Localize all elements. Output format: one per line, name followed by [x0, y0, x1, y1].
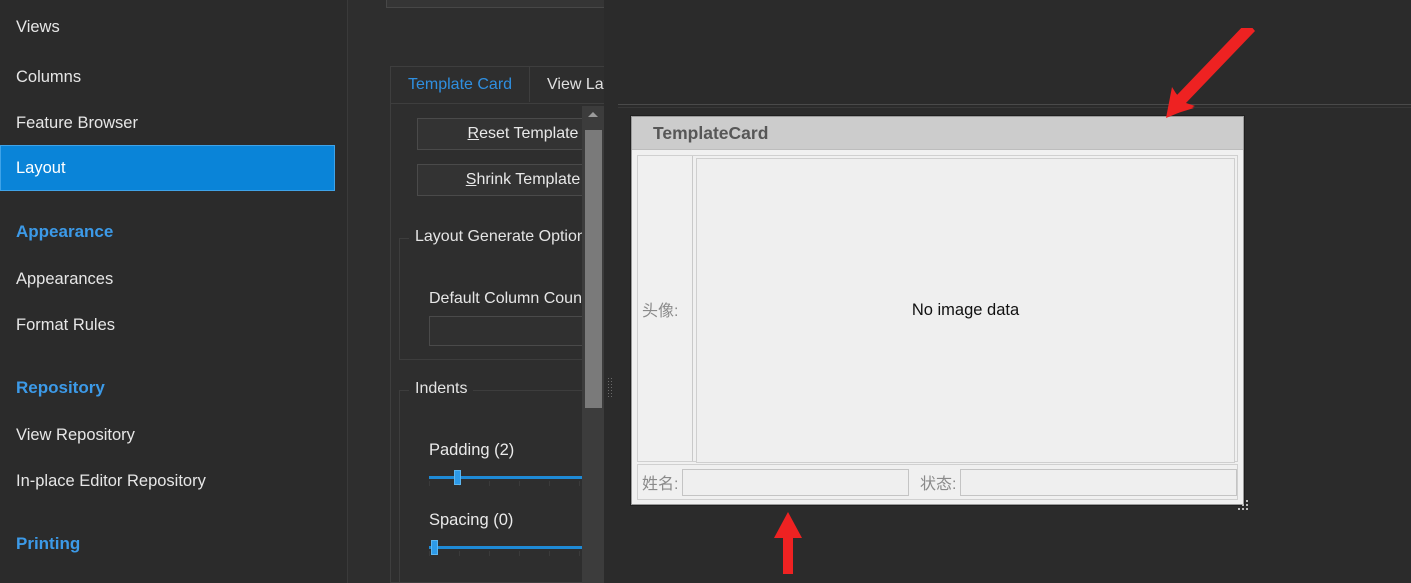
sidebar-item-label: Feature Browser: [16, 113, 138, 132]
name-field-label: 姓名:: [642, 476, 679, 493]
show-more-cards-mnemonic: M: [499, 0, 512, 1]
sidebar-item-format-rules[interactable]: Format Rules: [0, 302, 335, 348]
tab-template-card[interactable]: Template Card: [391, 67, 531, 102]
show-more-cards-label-prefix: Show: [459, 0, 499, 1]
template-card-body: 头像: No image data 姓名: 状态:: [637, 155, 1238, 500]
triangle-up-icon: [588, 112, 598, 117]
settings-sidebar: Views Columns Feature Browser Layout App…: [0, 0, 348, 583]
shrink-template-mnemonic: S: [465, 171, 477, 188]
status-field-label: 状态:: [920, 476, 957, 493]
avatar-field-label: 头像:: [638, 156, 693, 461]
spacing-slider-thumb[interactable]: [431, 540, 438, 555]
sidebar-item-label: View Repository: [16, 425, 135, 444]
default-column-count-label: Default Column Count: [429, 290, 587, 307]
padding-slider-thumb[interactable]: [454, 470, 461, 485]
app-window: Views Columns Feature Browser Layout App…: [0, 0, 1411, 583]
show-more-cards-label-suffix: ore Cards: [513, 0, 583, 1]
spacing-slider-label: Spacing (0): [429, 511, 514, 529]
sidebar-section-appearance: Appearance: [16, 222, 114, 241]
card-fields-row: 姓名: 状态:: [637, 464, 1238, 500]
sidebar-item-label: In-place Editor Repository: [16, 471, 206, 490]
splitter-grip-icon: [608, 378, 613, 398]
sidebar-section-printing: Printing: [16, 534, 81, 553]
scroll-up-button[interactable]: [582, 106, 604, 123]
sidebar-section-repository: Repository: [16, 378, 105, 397]
template-card-preview[interactable]: TemplateCard 头像: No image data 姓名: 状态:: [631, 116, 1244, 505]
options-panel-scrollbar[interactable]: [582, 106, 604, 583]
template-card-header[interactable]: TemplateCard: [632, 117, 1243, 150]
sidebar-item-label: Format Rules: [16, 315, 116, 334]
no-image-data-text: No image data: [911, 301, 1020, 319]
sidebar-item-feature-browser[interactable]: Feature Browser: [0, 100, 335, 146]
shrink-template-label: hrink Template: [476, 171, 581, 188]
reset-template-label: eset Template: [479, 125, 579, 142]
sidebar-item-columns[interactable]: Columns: [0, 54, 335, 100]
resize-grip-icon[interactable]: [1238, 500, 1249, 511]
tab-label: Template Card: [408, 75, 513, 93]
reset-template-mnemonic: R: [467, 125, 480, 142]
indents-title: Indents: [409, 380, 474, 398]
sidebar-item-label: Views: [16, 17, 60, 36]
sidebar-item-label: Appearances: [16, 269, 114, 288]
layout-options-panel: Show More Cards Template Card View Layou…: [348, 0, 670, 583]
panel-splitter[interactable]: [604, 0, 618, 583]
avatar-row: 头像: No image data: [637, 155, 1238, 463]
sidebar-item-layout[interactable]: Layout: [0, 145, 335, 191]
avatar-image-placeholder[interactable]: No image data: [696, 158, 1235, 463]
layout-generate-options-title: Layout Generate Options: [409, 228, 600, 246]
sidebar-item-label: Columns: [16, 67, 82, 86]
sidebar-item-inplace-editor-repository[interactable]: In-place Editor Repository: [0, 458, 335, 504]
preview-top-divider: [618, 104, 1411, 105]
sidebar-item-label: Layout: [16, 158, 66, 177]
sidebar-item-view-repository[interactable]: View Repository: [0, 412, 335, 458]
name-field-input[interactable]: [682, 468, 909, 496]
avatar-label-text: 头像:: [642, 302, 679, 320]
sidebar-item-views[interactable]: Views: [0, 4, 335, 50]
preview-top-divider-2: [618, 107, 1411, 108]
scrollbar-thumb[interactable]: [585, 130, 602, 408]
template-card-title: TemplateCard: [653, 122, 769, 143]
sidebar-item-appearances[interactable]: Appearances: [0, 256, 335, 302]
padding-slider-label: Padding (2): [429, 441, 515, 459]
status-field-input[interactable]: [960, 468, 1237, 496]
